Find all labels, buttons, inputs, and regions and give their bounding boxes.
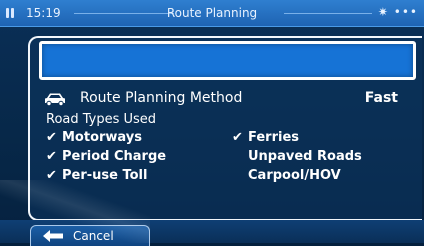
back-arrow-icon (43, 230, 63, 242)
status-bar: 15:19 Route Planning ✷ ••• (0, 0, 424, 27)
cancel-label: Cancel (73, 229, 114, 243)
option-period-charge[interactable]: ✔ Period Charge (46, 149, 166, 164)
title-divider-right (284, 13, 372, 14)
car-icon (45, 93, 65, 106)
option-motorways[interactable]: ✔ Motorways (46, 130, 142, 145)
check-icon: ✔ (232, 130, 243, 145)
option-unpaved-roads[interactable]: ✔Unpaved Roads (232, 149, 362, 164)
option-ferries[interactable]: ✔ Ferries (232, 130, 299, 145)
route-name-input[interactable] (39, 41, 416, 80)
route-planning-method-row[interactable]: Route Planning Method Fast (44, 90, 414, 108)
option-per-use-toll[interactable]: ✔ Per-use Toll (46, 168, 147, 183)
status-icons: ✷ ••• (377, 5, 418, 19)
check-icon: ✔ (46, 149, 57, 164)
option-carpool-hov[interactable]: ✔Carpool/HOV (232, 168, 341, 183)
check-icon: ✔ (46, 168, 57, 183)
route-planning-screen: 15:19 Route Planning ✷ ••• Route Plannin… (0, 0, 424, 246)
check-icon: ✔ (46, 130, 57, 145)
method-label: Route Planning Method (80, 90, 243, 106)
method-value: Fast (364, 90, 398, 106)
road-types-label: Road Types Used (46, 112, 157, 127)
